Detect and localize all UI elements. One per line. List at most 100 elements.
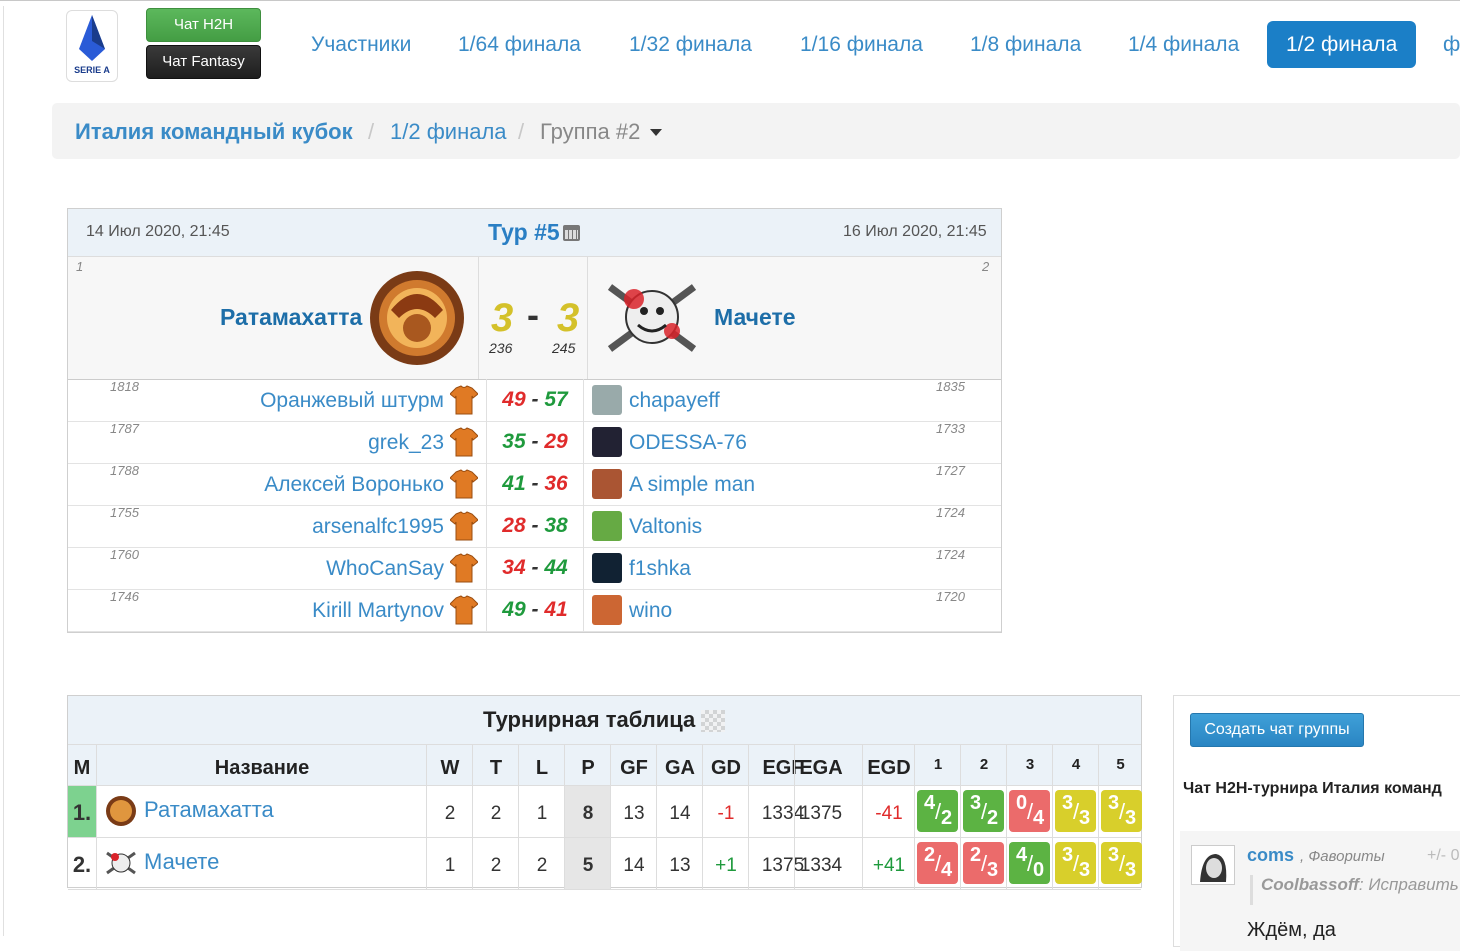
breadcrumb-tournament-link[interactable]: Италия командный кубок [75, 119, 353, 145]
nav-tab-0[interactable]: Участники [311, 21, 411, 68]
player-score: 28 - 38 [486, 505, 584, 547]
away-player-name[interactable]: chapayeff [629, 389, 720, 413]
round-result-badge[interactable]: 3/3 [1055, 790, 1096, 832]
chat-votes[interactable]: +/- 0 [1427, 847, 1459, 865]
away-team-logo[interactable] [604, 279, 700, 357]
round-result-badge[interactable]: 2/4 [917, 842, 958, 884]
team-name-link[interactable]: Мачете [144, 849, 219, 875]
player-avatar[interactable] [592, 553, 622, 583]
player-avatar[interactable] [592, 427, 622, 457]
serie-a-logo[interactable]: SERIE A [66, 10, 118, 82]
column-header[interactable]: 4 [1052, 745, 1099, 785]
column-header[interactable]: GF [610, 745, 657, 785]
round-result-badge[interactable]: 3/2 [963, 790, 1004, 832]
home-player-name[interactable]: grek_23 [368, 431, 444, 455]
player-avatar[interactable] [592, 385, 622, 415]
home-team-name[interactable]: Ратамахатта [220, 304, 362, 331]
chat-fantasy-button[interactable]: Чат Fantasy [146, 45, 261, 79]
column-header[interactable]: GD [702, 745, 749, 785]
column-header[interactable]: М [68, 745, 96, 785]
away-player-score: 36 [544, 472, 568, 495]
home-player-name[interactable]: WhoCanSay [326, 557, 444, 581]
standings-title: Турнирная таблица [483, 707, 696, 732]
shirt-icon [450, 385, 478, 415]
player-row: 1760 WhoCanSay 34 - 44 f1shka 1724 [68, 547, 1001, 590]
home-player-rating: 1818 [110, 379, 139, 394]
column-header[interactable]: W [426, 745, 473, 785]
column-header[interactable]: P [564, 745, 611, 785]
home-player-rating: 1760 [110, 547, 139, 562]
round-result-badge[interactable]: 4/2 [917, 790, 958, 832]
nav-tab-2[interactable]: 1/32 финала [629, 21, 752, 68]
create-group-chat-button[interactable]: Создать чат группы [1190, 713, 1364, 747]
away-team-name[interactable]: Мачете [714, 304, 796, 331]
caret-down-icon[interactable] [650, 129, 662, 136]
nav-tab-5[interactable]: 1/4 финала [1128, 21, 1239, 68]
breadcrumb-stage-link[interactable]: 1/2 финала [390, 119, 507, 145]
column-header[interactable]: 3 [1006, 745, 1053, 785]
player-avatar[interactable] [592, 595, 622, 625]
home-player-name[interactable]: Алексей Воронько [264, 473, 444, 497]
player-score: 34 - 44 [486, 547, 584, 589]
round-result-badge[interactable]: 3/3 [1101, 790, 1142, 832]
column-header[interactable]: 5 [1098, 745, 1142, 785]
stat-ga: 14 [656, 786, 703, 837]
home-player-name[interactable]: Kirill Martynov [312, 599, 444, 623]
home-player-rating: 1755 [110, 505, 139, 520]
chat-panel: Создать чат группы Чат H2H-турнира Итали… [1173, 695, 1460, 951]
round-score-home: 2 [970, 844, 982, 866]
nav-tab-6[interactable]: 1/2 финала [1267, 21, 1417, 68]
round-result-badge[interactable]: 4/0 [1009, 842, 1050, 884]
home-player-name[interactable]: arsenalfc1995 [312, 515, 444, 539]
column-header[interactable]: GA [656, 745, 703, 785]
logo-label: SERIE A [74, 65, 110, 75]
calendar-icon[interactable] [563, 225, 580, 241]
match-header: 14 Июл 2020, 21:45 Тур #5 16 Июл 2020, 2… [68, 209, 1001, 257]
player-row: 1818 Оранжевый штурм 49 - 57 chapayeff 1835 [68, 379, 1001, 422]
round-result-badge[interactable]: 2/3 [963, 842, 1004, 884]
column-header[interactable]: Название [96, 745, 427, 785]
table-row: 2. Мачете 1 2 2 5 14 13 +1 1375 1334 +41 2/4 2/3 4/0 3/… [68, 838, 1142, 890]
away-player-name[interactable]: ODESSA-76 [629, 431, 747, 455]
stat-w: 2 [426, 786, 473, 837]
home-player-name[interactable]: Оранжевый штурм [260, 389, 444, 413]
away-player-name[interactable]: wino [629, 599, 672, 623]
position: 2. [72, 852, 92, 877]
round-result-badge[interactable]: 0/4 [1009, 790, 1050, 832]
teams-row: 1 Ратамахатта 3 - 3 236 245 Мачете 2 [68, 257, 1001, 380]
stat-gd: +1 [702, 838, 749, 889]
column-header[interactable]: 2 [960, 745, 1007, 785]
away-score: 3 [557, 296, 580, 340]
nav-tab-4[interactable]: 1/8 финала [970, 21, 1081, 68]
team-name-link[interactable]: Ратамахатта [144, 797, 274, 823]
column-header[interactable]: 1 [914, 745, 961, 785]
home-player-score: 28 [502, 514, 526, 537]
match-date-start: 14 Июл 2020, 21:45 [86, 223, 230, 240]
score-dash: - [527, 294, 539, 335]
nav-tab-7[interactable]: ф [1443, 21, 1460, 68]
chat-h2h-button[interactable]: Чат H2H [146, 8, 261, 42]
column-header[interactable]: L [518, 745, 565, 785]
round-result-badge[interactable]: 3/3 [1055, 842, 1096, 884]
stat-ega: 1375 [794, 786, 847, 837]
player-avatar[interactable] [592, 469, 622, 499]
stat-ga: 13 [656, 838, 703, 889]
home-team-logo[interactable] [369, 270, 465, 366]
avatar[interactable] [1191, 845, 1235, 885]
tour-link[interactable]: Тур #5 [488, 219, 560, 246]
stat-egd: -41 [862, 786, 915, 837]
column-header[interactable]: EGA [794, 745, 847, 785]
away-player-name[interactable]: A simple man [629, 473, 755, 497]
away-player-name[interactable]: Valtonis [629, 515, 702, 539]
shirt-icon [450, 469, 478, 499]
nav-tab-1[interactable]: 1/64 финала [458, 21, 581, 68]
column-header[interactable]: EGD [862, 745, 915, 785]
away-player-name[interactable]: f1shka [629, 557, 691, 581]
column-header[interactable]: T [472, 745, 519, 785]
breadcrumb-group-dropdown[interactable]: Группа #2 [540, 119, 640, 145]
chat-title: Чат H2H-турнира Италия команд [1183, 780, 1442, 797]
player-avatar[interactable] [592, 511, 622, 541]
round-result-badge[interactable]: 3/3 [1101, 842, 1142, 884]
chat-username[interactable]: coms [1247, 845, 1294, 866]
nav-tab-3[interactable]: 1/16 финала [800, 21, 923, 68]
